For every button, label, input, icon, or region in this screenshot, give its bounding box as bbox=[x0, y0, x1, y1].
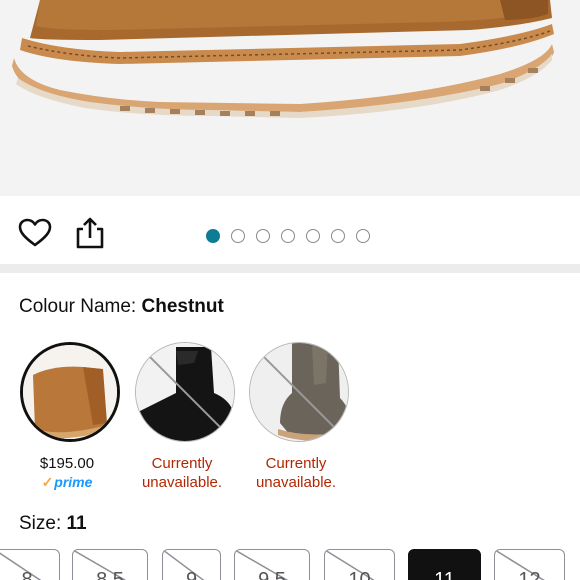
chestnut-boot-thumbnail bbox=[23, 345, 117, 439]
carousel-dot-3[interactable] bbox=[256, 229, 270, 243]
size-option-label: 9 bbox=[185, 569, 198, 580]
product-image[interactable] bbox=[0, 0, 580, 196]
colour-name-row: Colour Name: Chestnut bbox=[19, 296, 224, 318]
black-boot-thumbnail bbox=[136, 343, 234, 441]
prime-check-icon: ✓ bbox=[41, 474, 54, 490]
size-option-label: 11 bbox=[434, 569, 455, 580]
size-option-label: 8.5 bbox=[96, 569, 124, 580]
boot-illustration bbox=[12, 0, 554, 118]
size-option-label: 12 bbox=[518, 569, 541, 580]
colour-swatch-grey[interactable] bbox=[249, 342, 349, 442]
carousel-dot-4[interactable] bbox=[281, 229, 295, 243]
size-row: Size: 11 bbox=[19, 513, 87, 535]
size-selected-value: 11 bbox=[66, 513, 87, 534]
size-option-label: 8 bbox=[21, 569, 33, 580]
heart-icon[interactable] bbox=[18, 218, 52, 248]
swatch-caption-black: Currently unavailable. bbox=[141, 455, 223, 491]
size-option-10[interactable]: 10 bbox=[324, 549, 395, 580]
price-text: $195.00 bbox=[39, 455, 95, 472]
carousel-dot-6[interactable] bbox=[331, 229, 345, 243]
size-option-12[interactable]: 12 bbox=[494, 549, 565, 580]
swatch-caption-chestnut: $195.00 ✓prime bbox=[2, 454, 132, 492]
size-option-8[interactable]: 8 bbox=[0, 549, 60, 580]
share-icon[interactable] bbox=[74, 216, 106, 250]
carousel-dot-7[interactable] bbox=[356, 229, 370, 243]
section-divider bbox=[0, 264, 580, 273]
size-option-9-5[interactable]: 9.5 bbox=[234, 549, 310, 580]
image-action-bar bbox=[0, 196, 580, 264]
size-option-8-5[interactable]: 8.5 bbox=[72, 549, 148, 580]
carousel-dot-1[interactable] bbox=[206, 229, 220, 243]
size-option-label: 9.5 bbox=[258, 569, 286, 580]
colour-swatch-chestnut[interactable] bbox=[20, 342, 120, 442]
carousel-page-indicator bbox=[206, 229, 370, 243]
size-option-11[interactable]: 11 bbox=[408, 549, 481, 580]
size-option-9[interactable]: 9 bbox=[162, 549, 221, 580]
prime-badge: ✓prime bbox=[2, 473, 132, 492]
size-label: Size: bbox=[19, 513, 62, 534]
colour-selected-value: Chestnut bbox=[141, 296, 224, 317]
size-option-label: 10 bbox=[348, 569, 371, 580]
colour-swatch-black[interactable] bbox=[135, 342, 235, 442]
grey-boot-thumbnail bbox=[250, 343, 348, 441]
swatch-caption-grey: Currently unavailable. bbox=[255, 455, 337, 491]
prime-label: prime bbox=[54, 474, 93, 490]
colour-label: Colour Name: bbox=[19, 296, 137, 317]
carousel-dot-2[interactable] bbox=[231, 229, 245, 243]
carousel-dot-5[interactable] bbox=[306, 229, 320, 243]
